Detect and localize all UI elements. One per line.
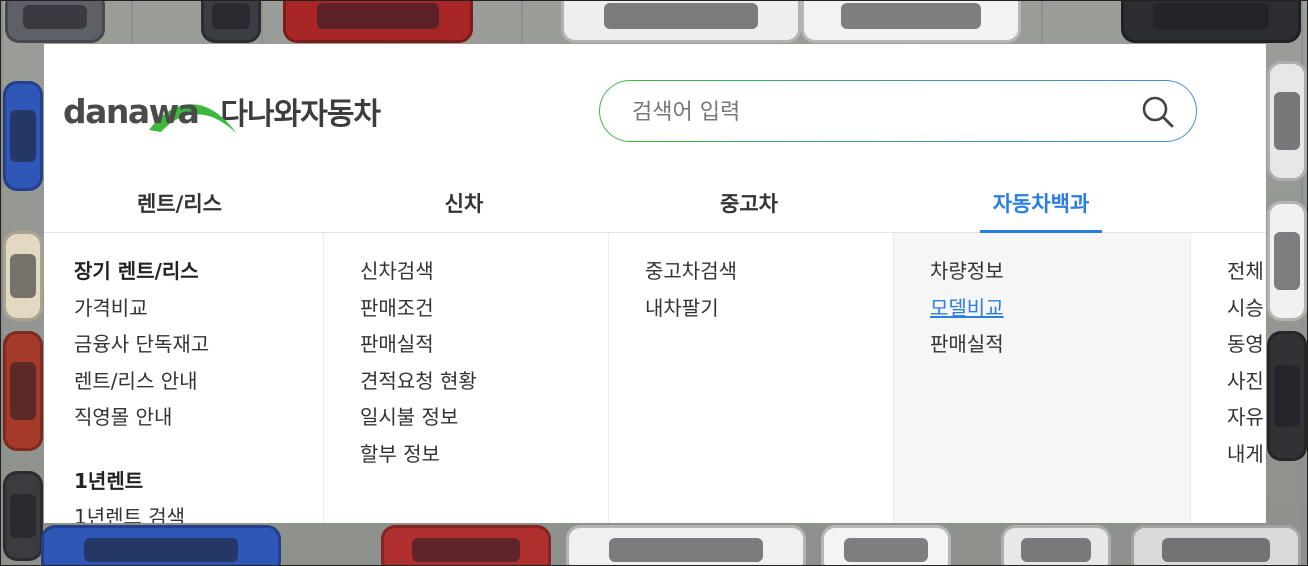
menu-item-vehicle-info[interactable]: 차량정보 — [930, 253, 1004, 290]
tab-new-car[interactable]: 신차 — [442, 182, 486, 232]
menu-item-photo[interactable]: 사진 — [1227, 363, 1264, 400]
danawa-logo[interactable]: danawa 다나와자동차 — [63, 88, 381, 134]
header-panel: danawa 다나와자동차 렌트/리스 신차 중고차 자동차백과 장기 렌트/리… — [44, 44, 1266, 523]
car-image — [1267, 201, 1307, 321]
main-nav: 렌트/리스 신차 중고차 자동차백과 — [44, 182, 1266, 233]
used-car-menu-list: 중고차검색 내차팔기 — [645, 253, 737, 326]
menu-item-exclusive-stock[interactable]: 금융사 단독재고 — [74, 326, 209, 363]
car-image — [566, 525, 806, 565]
car-image — [1121, 1, 1301, 43]
menu-item-price-compare[interactable]: 가격비교 — [74, 290, 209, 327]
logo-wordmark: danawa — [63, 91, 237, 134]
menu-item-free-board[interactable]: 자유 — [1227, 399, 1264, 436]
car-image — [3, 231, 43, 321]
menu-item-video[interactable]: 동영 — [1227, 326, 1264, 363]
menu-item-model-compare[interactable]: 모델비교 — [930, 290, 1004, 327]
car-image — [283, 1, 473, 43]
car-image — [1267, 61, 1307, 181]
menu-item-sales-record[interactable]: 판매실적 — [360, 326, 477, 363]
menu-item-used-car-search[interactable]: 중고차검색 — [645, 253, 737, 290]
new-car-menu-list: 신차검색 판매조건 판매실적 견적요청 현황 일시불 정보 할부 정보 — [360, 253, 477, 472]
service-name: 다나와자동차 — [220, 97, 381, 132]
menu-item-new-car-search[interactable]: 신차검색 — [360, 253, 477, 290]
search-box — [599, 80, 1197, 142]
menu-item-lump-sum-info[interactable]: 일시불 정보 — [360, 399, 477, 436]
search-button[interactable] — [1140, 95, 1176, 129]
car-image — [3, 471, 43, 561]
tab-rent-lease[interactable]: 렌트/리스 — [132, 182, 227, 232]
menu-column-community: 전체 시승 동영 사진 자유 내게 — [1191, 233, 1266, 523]
logo-text: danawa — [63, 91, 200, 131]
car-image — [41, 525, 281, 565]
search-input[interactable] — [630, 93, 1114, 131]
car-image — [561, 1, 801, 43]
menu-column-used-car: 중고차검색 내차팔기 — [609, 233, 894, 523]
car-image — [3, 81, 43, 191]
community-menu-list: 전체 시승 동영 사진 자유 내게 — [1227, 253, 1264, 472]
menu-item-direct-mall[interactable]: 직영몰 안내 — [74, 399, 209, 436]
menu-item-test-drive[interactable]: 시승 — [1227, 290, 1264, 327]
menu-item-quote-status[interactable]: 견적요청 현황 — [360, 363, 477, 400]
menu-item-1year-search[interactable]: 1년렌트 검색 — [74, 499, 209, 523]
menu-column-rent: 장기 렌트/리스 가격비교 금융사 단독재고 렌트/리스 안내 직영몰 안내 1… — [44, 233, 324, 523]
car-image — [1131, 525, 1301, 565]
menu-item-installment-info[interactable]: 할부 정보 — [360, 436, 477, 473]
menu-item-sales-performance[interactable]: 판매실적 — [930, 326, 1004, 363]
menu-group-title: 1년렌트 — [74, 468, 144, 493]
search-icon — [1142, 96, 1174, 128]
car-image — [3, 331, 43, 451]
menu-item-sell-my-car[interactable]: 내차팔기 — [645, 290, 737, 327]
car-image — [801, 1, 1021, 43]
car-image — [5, 1, 105, 43]
rent-menu-list: 장기 렌트/리스 가격비교 금융사 단독재고 렌트/리스 안내 직영몰 안내 1… — [74, 253, 209, 523]
car-image — [821, 525, 951, 565]
encyclopedia-menu-list: 차량정보 모델비교 판매실적 — [930, 253, 1004, 363]
car-image — [381, 525, 551, 565]
menu-column-new-car: 신차검색 판매조건 판매실적 견적요청 현황 일시불 정보 할부 정보 — [324, 233, 609, 523]
menu-item-sale-conditions[interactable]: 판매조건 — [360, 290, 477, 327]
menu-group-title: 장기 렌트/리스 — [74, 259, 199, 283]
tab-encyclopedia[interactable]: 자동차백과 — [980, 182, 1102, 233]
menu-item-all[interactable]: 전체 — [1227, 253, 1264, 290]
menu-spacer — [74, 436, 209, 463]
menu-column-encyclopedia: 차량정보 모델비교 판매실적 — [894, 233, 1191, 523]
tab-used-car[interactable]: 중고차 — [716, 182, 782, 232]
car-image — [1001, 525, 1111, 565]
car-image — [1267, 331, 1307, 461]
menu-item-rent-guide[interactable]: 렌트/리스 안내 — [74, 363, 209, 400]
menu-item-my-posts[interactable]: 내게 — [1227, 436, 1264, 473]
car-image — [201, 1, 261, 43]
